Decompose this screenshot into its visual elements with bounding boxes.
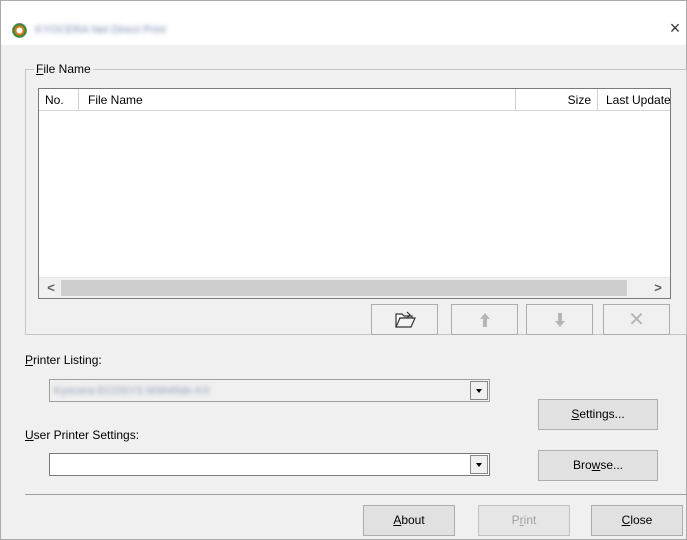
column-header-no[interactable]: No. bbox=[39, 89, 79, 111]
close-icon[interactable]: × bbox=[664, 17, 686, 39]
column-header-last-update[interactable]: Last Update bbox=[598, 89, 670, 111]
printer-listing-label: Printer Listing: bbox=[25, 353, 102, 367]
scroll-left-icon[interactable]: < bbox=[41, 278, 61, 298]
user-printer-settings-label: User Printer Settings: bbox=[25, 428, 140, 442]
user-printer-settings-value bbox=[54, 459, 269, 470]
scroll-right-icon[interactable]: > bbox=[648, 278, 668, 298]
app-icon bbox=[12, 23, 27, 38]
chevron-down-icon[interactable] bbox=[470, 455, 488, 474]
app-window: KYOCERA Net Direct Print × File Name No.… bbox=[0, 0, 687, 540]
move-down-button[interactable] bbox=[526, 304, 593, 335]
file-name-group-label: File Name bbox=[34, 62, 93, 76]
printer-listing-select[interactable]: Kyocera ECOSYS M3645dn KX bbox=[49, 379, 490, 402]
title-bar: KYOCERA Net Direct Print × bbox=[1, 1, 686, 45]
column-header-file-name[interactable]: File Name bbox=[79, 89, 516, 111]
browse-button[interactable]: Browse... bbox=[538, 450, 658, 481]
user-printer-settings-select[interactable] bbox=[49, 453, 490, 476]
delete-file-button[interactable]: ✕ bbox=[603, 304, 670, 335]
folder-open-icon bbox=[394, 311, 416, 328]
divider bbox=[25, 494, 687, 495]
file-list-header: No. File Name Size Last Update bbox=[39, 89, 670, 111]
move-up-button[interactable] bbox=[451, 304, 518, 335]
chevron-down-icon[interactable] bbox=[470, 381, 488, 400]
arrow-down-icon bbox=[554, 313, 565, 327]
file-list-body[interactable] bbox=[39, 112, 670, 278]
print-button[interactable]: Print bbox=[478, 505, 570, 536]
column-header-size[interactable]: Size bbox=[516, 89, 598, 111]
open-file-button[interactable] bbox=[371, 304, 438, 335]
window-title: KYOCERA Net Direct Print bbox=[35, 24, 166, 36]
settings-button[interactable]: Settings... bbox=[538, 399, 658, 430]
printer-listing-value: Kyocera ECOSYS M3645dn KX bbox=[54, 385, 210, 396]
scrollbar-thumb[interactable] bbox=[61, 280, 627, 296]
about-button[interactable]: About bbox=[363, 505, 455, 536]
horizontal-scrollbar[interactable]: < > bbox=[39, 277, 670, 298]
delete-icon: ✕ bbox=[628, 309, 645, 331]
close-button[interactable]: Close bbox=[591, 505, 683, 536]
file-list[interactable]: No. File Name Size Last Update < > bbox=[38, 88, 671, 299]
arrow-up-icon bbox=[479, 313, 490, 327]
